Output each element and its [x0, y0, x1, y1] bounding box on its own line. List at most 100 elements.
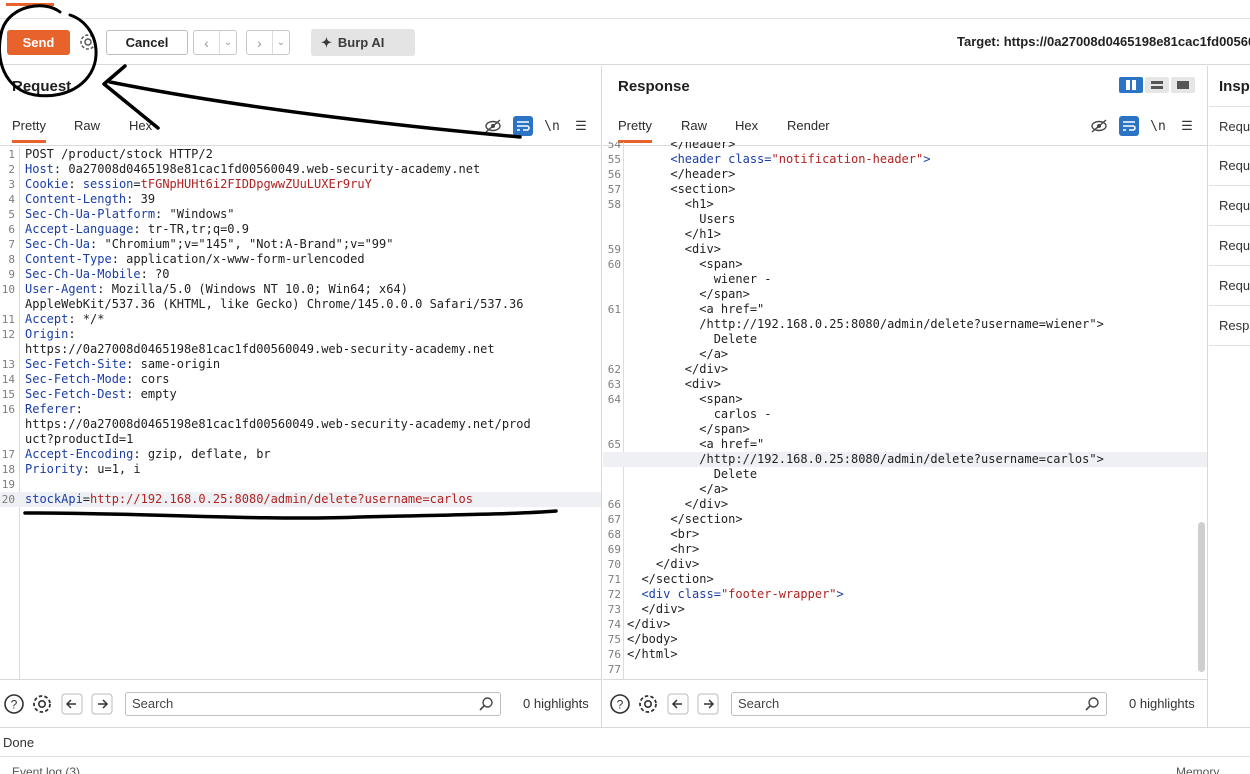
line-number: 68 — [607, 528, 621, 541]
line-text: POST /product/stock HTTP/2 — [25, 147, 213, 162]
bottom-strip: Event log (3) Memory — [0, 756, 1250, 774]
colon: : — [133, 447, 141, 461]
inspector-panel: Inspector Request attributes Request que… — [1209, 66, 1250, 727]
search-input[interactable] — [738, 696, 1058, 711]
code-line: wiener - — [603, 272, 1207, 287]
header-name: Sec-Fetch-Mode — [25, 372, 127, 386]
line-text: <header class="notification-header"> — [627, 152, 930, 167]
vertical-scrollbar[interactable] — [1198, 522, 1205, 672]
line-text: <div> — [627, 377, 721, 391]
body-param-name: stockApi — [25, 492, 83, 506]
line-text: Content-Type: application/x-www-form-url… — [25, 252, 365, 267]
header-value: Mozilla/5.0 (Windows NT 10.0; Win64; x64… — [104, 282, 408, 296]
code-line: 69 <hr> — [603, 542, 1207, 557]
gear-icon[interactable] — [637, 693, 659, 715]
line-number: 54 — [607, 142, 621, 151]
side-by-side-layout-icon[interactable] — [1119, 77, 1143, 93]
menu-icon[interactable]: ☰ — [571, 116, 591, 136]
tab-render[interactable]: Render — [787, 118, 830, 140]
tab-raw[interactable]: Raw — [681, 118, 707, 140]
inspector-row[interactable]: Response headers — [1209, 306, 1250, 346]
header-name: Sec-Ch-Ua — [25, 237, 91, 251]
line-text: AppleWebKit/537.36 (KHTML, like Gecko) C… — [25, 297, 524, 312]
next-match-icon[interactable] — [91, 693, 113, 715]
code-line: 73 </div> — [603, 602, 1207, 617]
response-search-field — [731, 692, 1107, 716]
header-value: application/x-www-form-urlencoded — [118, 252, 365, 266]
cancel-button[interactable]: Cancel — [106, 30, 188, 55]
active-tab-indicator[interactable] — [6, 0, 54, 6]
line-number: 7 — [8, 238, 15, 251]
prev-match-icon[interactable] — [667, 693, 689, 715]
inspector-row[interactable]: Request attributes — [1209, 106, 1250, 146]
forward-arrow-icon[interactable]: › — [247, 31, 273, 54]
next-match-icon[interactable] — [697, 693, 719, 715]
line-text: uct?productId=1 — [25, 432, 133, 447]
prev-match-icon[interactable] — [61, 693, 83, 715]
header-value: "Chromium";v="145", "Not:A-Brand";v="99" — [97, 237, 394, 251]
help-icon[interactable]: ? — [609, 693, 631, 715]
hide-nonprintable-icon[interactable] — [483, 116, 503, 136]
inspector-row[interactable]: Request query parameters — [1209, 146, 1250, 186]
request-search-field — [125, 692, 501, 716]
code-line: 17 Accept-Encoding: gzip, deflate, br — [0, 447, 601, 462]
menu-icon[interactable]: ☰ — [1177, 116, 1197, 136]
body-param-value: http://192.168.0.25:8080/admin/delete?us… — [90, 492, 473, 506]
tab-pretty[interactable]: Pretty — [618, 118, 652, 143]
plain-text: https://0a27008d0465198e81cac1fd00560049… — [25, 342, 495, 356]
code-line: </h1> — [603, 227, 1207, 242]
hide-nonprintable-icon[interactable] — [1089, 116, 1109, 136]
back-arrow-icon[interactable]: ‹ — [194, 31, 220, 54]
inspector-title: Inspector — [1219, 78, 1250, 95]
forward-dropdown-icon[interactable]: ⌄ — [273, 31, 289, 54]
help-icon[interactable]: ? — [3, 693, 25, 715]
request-title: Request — [12, 78, 72, 95]
inspector-row[interactable]: Request headers — [1209, 266, 1250, 306]
target-label[interactable]: Target: https://0a27008d0465198e81cac1fd… — [957, 34, 1250, 49]
line-number: 59 — [607, 243, 621, 256]
tab-hex[interactable]: Hex — [735, 118, 758, 140]
tag-name: <div — [627, 587, 671, 601]
header-name: Origin — [25, 327, 69, 341]
line-number: 3 — [8, 178, 15, 191]
code-line: </span> — [603, 422, 1207, 437]
line-text: <div class="footer-wrapper"> — [627, 587, 843, 602]
single-layout-icon[interactable] — [1171, 77, 1195, 93]
newline-toggle[interactable]: \n — [1149, 116, 1167, 136]
newline-toggle[interactable]: \n — [543, 116, 561, 136]
event-log-link[interactable]: Event log (3) — [12, 765, 80, 774]
code-line: 54 </header> — [603, 142, 1207, 152]
word-wrap-icon[interactable] — [1119, 116, 1139, 136]
request-editor[interactable]: 1 POST /product/stock HTTP/2 2 Host: 0a2700… — [0, 147, 601, 679]
plain-text: https://0a27008d0465198e81cac1fd00560049… — [25, 417, 531, 431]
word-wrap-icon[interactable] — [513, 116, 533, 136]
stacked-layout-icon[interactable] — [1145, 77, 1169, 93]
tab-raw[interactable]: Raw — [74, 118, 100, 140]
cookie-value: tFGNpHUHt6i2FIDDpgwwZUuLUXEr9ruY — [140, 177, 372, 191]
back-dropdown-icon[interactable]: ⌄ — [220, 31, 236, 54]
attr-value: "notification-header" — [771, 152, 924, 166]
inspector-row[interactable]: Request cookies — [1209, 226, 1250, 266]
burp-ai-label: Burp AI — [337, 35, 385, 50]
search-input[interactable] — [132, 696, 452, 711]
inspector-row[interactable]: Request body parameters — [1209, 186, 1250, 226]
gear-icon[interactable] — [78, 32, 98, 52]
code-line: 1 POST /product/stock HTTP/2 — [0, 147, 601, 162]
send-button[interactable]: Send — [7, 30, 70, 55]
burp-ai-button[interactable]: ✦ Burp AI — [311, 29, 415, 56]
gear-icon[interactable] — [31, 693, 53, 715]
request-lines: 1 POST /product/stock HTTP/2 2 Host: 0a2700… — [0, 147, 601, 507]
tab-pretty[interactable]: Pretty — [12, 118, 46, 143]
code-line: uct?productId=1 — [0, 432, 601, 447]
code-line: 11 Accept: */* — [0, 312, 601, 327]
tab-hex[interactable]: Hex — [129, 118, 152, 140]
header-name: Content-Length — [25, 192, 127, 206]
line-text: </a> — [627, 482, 729, 496]
line-number: 10 — [1, 283, 15, 296]
line-text: carlos - — [627, 407, 772, 421]
response-editor[interactable]: 54 </header> 55 <header class="notificati… — [603, 142, 1207, 679]
line-number: 70 — [607, 558, 621, 571]
colon: : — [68, 312, 76, 326]
line-text: </div> — [627, 602, 685, 616]
header-value: same-origin — [133, 357, 221, 371]
